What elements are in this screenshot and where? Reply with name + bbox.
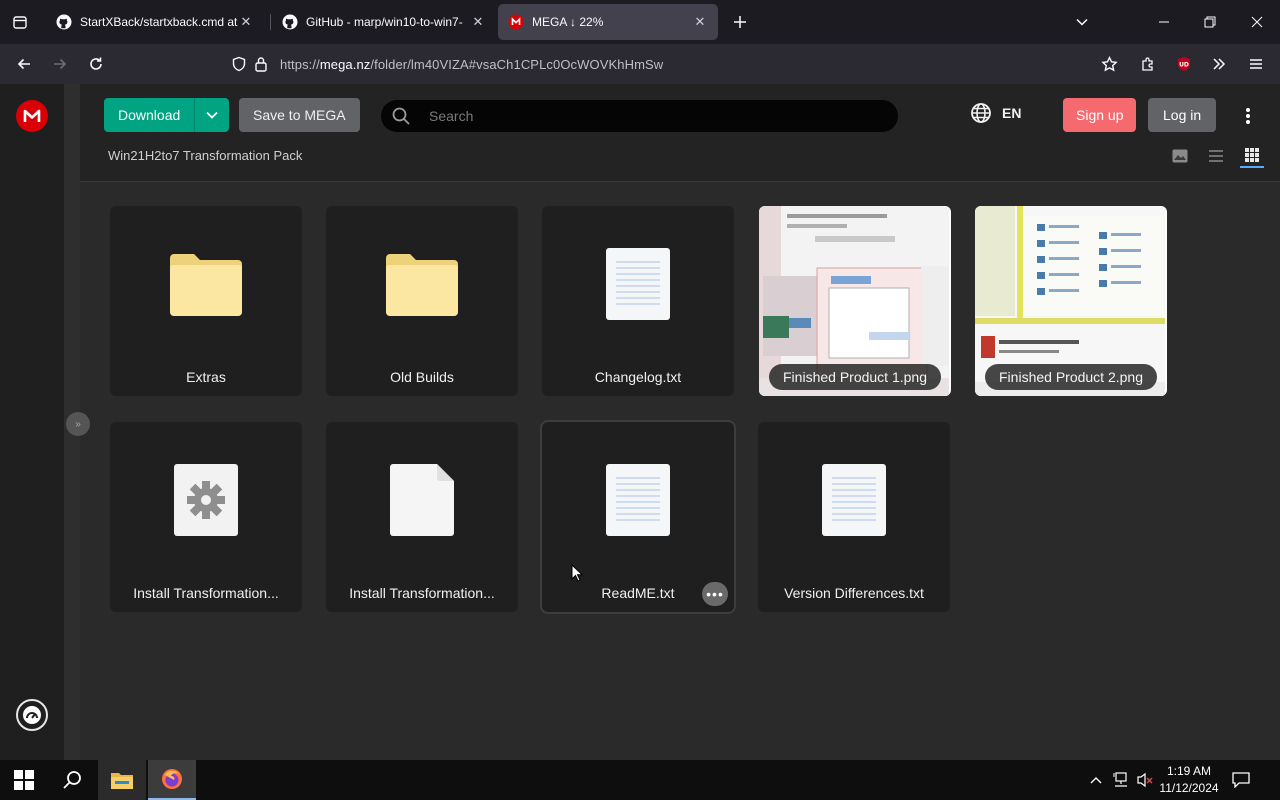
image-item-finished-product-2[interactable]: Finished Product 2.png — [975, 206, 1167, 396]
tab-github-marp[interactable]: GitHub - marp/win10-to-win7- ✕ — [272, 4, 496, 40]
file-item-readme[interactable]: ReadME.txt ••• — [540, 420, 736, 614]
view-mode-switcher — [1168, 144, 1264, 168]
search-input[interactable]: Search — [429, 108, 473, 124]
item-name: Finished Product 2.png — [985, 364, 1157, 390]
list-all-tabs-icon[interactable] — [1067, 7, 1097, 37]
github-icon — [56, 14, 72, 30]
clock-time: 1:19 AM — [1166, 764, 1212, 778]
mega-logo[interactable] — [16, 100, 48, 132]
grid-view-icon[interactable] — [1240, 144, 1264, 168]
text-file-icon — [602, 246, 674, 322]
github-icon — [282, 14, 298, 30]
reload-button[interactable] — [81, 49, 111, 79]
list-view-icon[interactable] — [1204, 144, 1228, 168]
address-bar[interactable]: https://mega.nz/folder/lm40VIZA#vsaCh1CP… — [228, 49, 1130, 79]
item-name: Finished Product 1.png — [769, 364, 941, 390]
speedometer-icon[interactable] — [16, 699, 48, 731]
clock-date: 11/12/2024 — [1159, 781, 1219, 795]
minimize-icon[interactable] — [1141, 0, 1187, 44]
media-view-icon[interactable] — [1168, 144, 1192, 168]
extensions-icon[interactable] — [1133, 49, 1163, 79]
firefox-taskbar-button[interactable] — [148, 760, 196, 800]
close-tab-icon[interactable]: ✕ — [470, 14, 486, 30]
text-file-icon — [602, 462, 674, 538]
folder-item-old-builds[interactable]: Old Builds — [326, 206, 518, 396]
generic-file-icon — [386, 462, 458, 538]
item-name: Install Transformation... — [133, 585, 279, 601]
file-item-version-differences[interactable]: Version Differences.txt — [758, 422, 950, 612]
globe-icon — [971, 103, 991, 123]
item-name: Changelog.txt — [594, 369, 682, 385]
url-text: https://mega.nz/folder/lm40VIZA#vsaCh1CP… — [280, 56, 664, 72]
folder-item-extras[interactable]: Extras — [110, 206, 302, 396]
tab-strip: StartXBack/startxback.cmd at m ✕ GitHub … — [0, 0, 1280, 44]
bookmark-star-icon[interactable] — [1094, 49, 1124, 79]
image-item-finished-product-1[interactable]: Finished Product 1.png — [759, 206, 951, 396]
hamburger-menu-icon[interactable] — [1241, 49, 1271, 79]
tab-title: MEGA ↓ 22% — [532, 15, 604, 29]
sidebar-toggle-handle[interactable]: » — [66, 412, 90, 436]
save-to-mega-button[interactable]: Save to MEGA — [239, 98, 360, 132]
file-explorer-icon — [111, 773, 133, 789]
search-icon — [63, 771, 81, 789]
start-button[interactable] — [0, 760, 48, 800]
forward-button[interactable] — [45, 49, 75, 79]
windows-taskbar: 1:19 AM 11/12/2024 — [0, 760, 1280, 800]
overflow-menu-icon[interactable] — [1204, 49, 1234, 79]
item-name: Version Differences.txt — [784, 585, 924, 601]
back-button[interactable] — [9, 49, 39, 79]
file-item-install-transformation-1[interactable]: Install Transformation... — [110, 422, 302, 612]
firefox-icon — [162, 769, 182, 789]
close-tab-icon[interactable]: ✕ — [238, 14, 254, 30]
navigation-bar: https://mega.nz/folder/lm40VIZA#vsaCh1CP… — [0, 44, 1280, 84]
mouse-cursor-icon — [571, 564, 583, 582]
sign-up-button[interactable]: Sign up — [1063, 98, 1137, 132]
show-hidden-icons-icon[interactable] — [1086, 760, 1106, 800]
mega-icon — [508, 14, 524, 30]
settings-file-icon — [170, 462, 242, 538]
tracking-protection-icon[interactable] — [228, 53, 250, 75]
mega-header: Download Save to MEGA Search EN Sign up … — [80, 84, 1280, 182]
folder-icon — [170, 246, 242, 322]
download-label[interactable]: Download — [104, 98, 196, 132]
tab-title: StartXBack/startxback.cmd at m — [80, 15, 238, 29]
search-taskbar-button[interactable] — [48, 760, 96, 800]
item-more-options-icon[interactable]: ••• — [702, 582, 728, 606]
tab-startxback[interactable]: StartXBack/startxback.cmd at m ✕ — [46, 4, 264, 40]
new-tab-icon[interactable] — [725, 7, 755, 37]
search-bar[interactable]: Search — [381, 100, 898, 132]
network-icon[interactable] — [1110, 760, 1132, 800]
file-explorer-taskbar-button[interactable] — [98, 760, 146, 800]
close-tab-icon[interactable]: ✕ — [692, 14, 708, 30]
log-in-button[interactable]: Log in — [1148, 98, 1217, 132]
text-file-icon — [818, 462, 890, 538]
tab-list-icon[interactable] — [5, 7, 35, 37]
windows-logo-icon — [14, 770, 34, 790]
mega-page: » Download Save to MEGA Search EN Sign u… — [0, 84, 1280, 760]
download-button[interactable]: Download — [104, 98, 230, 132]
tab-separator — [270, 14, 271, 30]
svg-text:UD: UD — [1179, 62, 1189, 69]
ublock-origin-icon[interactable]: UD — [1169, 49, 1199, 79]
language-selector[interactable]: EN — [970, 102, 1021, 124]
action-center-icon[interactable] — [1228, 760, 1254, 800]
item-name: Extras — [186, 369, 226, 385]
tab-mega[interactable]: MEGA ↓ 22% ✕ — [498, 4, 718, 40]
chevron-down-icon[interactable] — [195, 98, 229, 132]
restore-icon[interactable] — [1187, 0, 1233, 44]
mega-sidebar — [0, 84, 64, 760]
system-clock[interactable]: 1:19 AM 11/12/2024 — [1152, 763, 1226, 797]
search-icon — [381, 107, 421, 125]
more-options-icon[interactable] — [1238, 104, 1258, 128]
breadcrumb[interactable]: Win21H2to7 Transformation Pack — [108, 148, 302, 163]
tab-title: GitHub - marp/win10-to-win7- — [306, 15, 463, 29]
file-item-changelog[interactable]: Changelog.txt — [542, 206, 734, 396]
lock-icon[interactable] — [250, 53, 272, 75]
file-item-install-transformation-2[interactable]: Install Transformation... — [326, 422, 518, 612]
close-window-icon[interactable] — [1234, 0, 1280, 44]
item-name: Install Transformation... — [349, 585, 495, 601]
item-name: Old Builds — [390, 369, 454, 385]
folder-icon — [386, 246, 458, 322]
language-label: EN — [1002, 105, 1022, 121]
